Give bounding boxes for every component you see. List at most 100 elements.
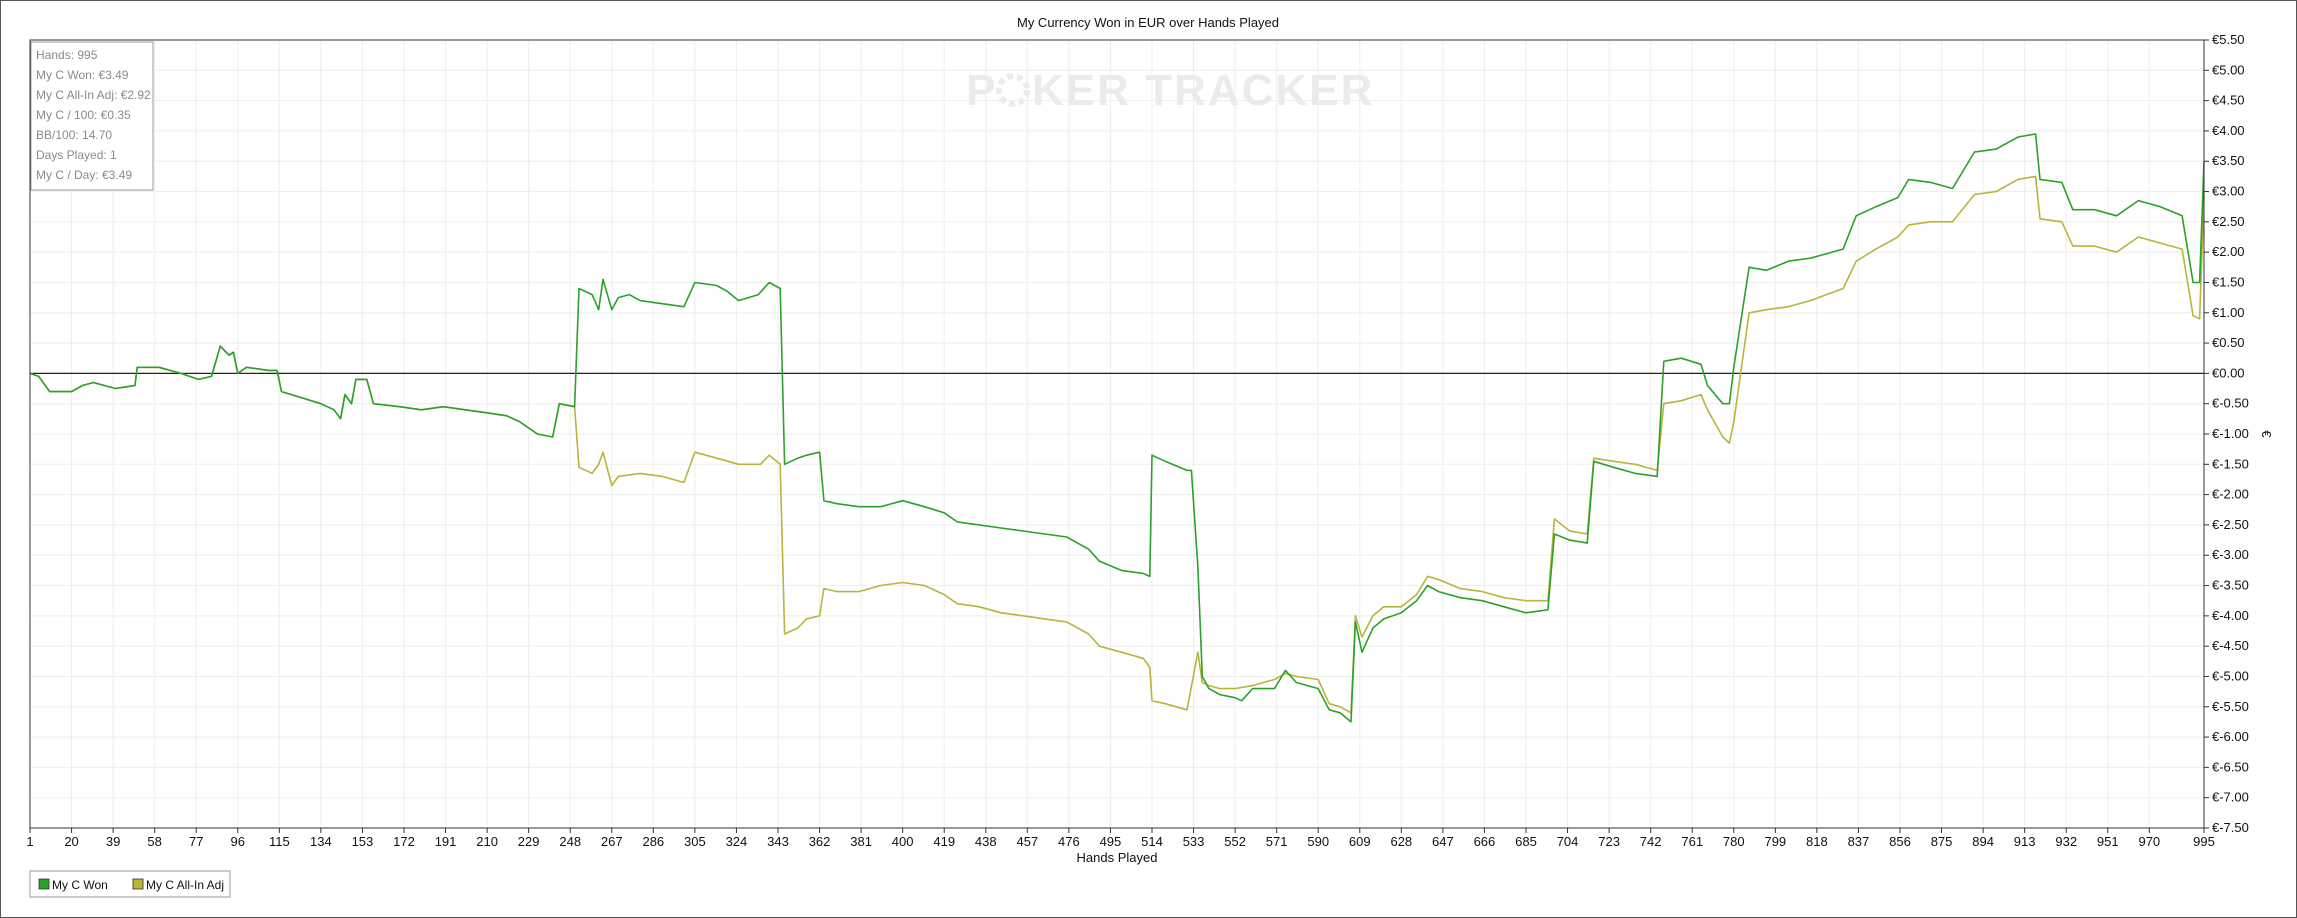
- x-tick-label: 856: [1889, 834, 1911, 849]
- legend-label-won: My C Won: [52, 878, 108, 892]
- watermark-text-right: KER TRACKER: [1032, 66, 1374, 115]
- y-tick-label: €-0.50: [2212, 396, 2249, 411]
- y-tick-label: €-5.00: [2212, 668, 2249, 683]
- x-tick-label: 970: [2138, 834, 2160, 849]
- y-tick-label: €-6.50: [2212, 759, 2249, 774]
- x-tick-label: 590: [1307, 834, 1329, 849]
- x-tick-label: 77: [189, 834, 203, 849]
- chart-root: My Currency Won in EUR over Hands Played…: [0, 0, 2297, 918]
- stats-line: My C Won: €3.49: [36, 68, 129, 82]
- x-tick-label: 20: [64, 834, 78, 849]
- y-tick-label: €1.50: [2212, 274, 2245, 289]
- y-tick-label: €2.50: [2212, 214, 2245, 229]
- y-tick-label: €-4.50: [2212, 638, 2249, 653]
- y-tick-label: €3.50: [2212, 153, 2245, 168]
- y-tick-label: €-1.00: [2212, 426, 2249, 441]
- x-tick-label: 381: [850, 834, 872, 849]
- legend: My C Won My C All-In Adj: [29, 870, 231, 898]
- x-tick-label: 799: [1764, 834, 1786, 849]
- x-tick-label: 115: [269, 834, 290, 849]
- x-tick-label: 704: [1557, 834, 1579, 849]
- watermark-text-left: P: [966, 66, 997, 115]
- y-tick-label: €-2.50: [2212, 517, 2249, 532]
- x-tick-label: 1: [26, 834, 33, 849]
- y-tick-label: €0.50: [2212, 335, 2245, 350]
- x-tick-label: 305: [684, 834, 706, 849]
- y-tick-label: €-1.50: [2212, 456, 2249, 471]
- x-tick-label: 457: [1016, 834, 1038, 849]
- legend-swatch-won: [38, 878, 50, 890]
- x-tick-label: 666: [1474, 834, 1496, 849]
- x-tick-label: 172: [393, 834, 415, 849]
- stats-line: My C / Day: €3.49: [36, 168, 132, 182]
- y-axis-title: €: [2259, 430, 2274, 438]
- x-tick-label: 780: [1723, 834, 1745, 849]
- stats-line: My C / 100: €0.35: [36, 108, 131, 122]
- x-tick-label: 400: [892, 834, 914, 849]
- x-tick-label: 951: [2097, 834, 2119, 849]
- x-tick-label: 229: [518, 834, 540, 849]
- x-tick-label: 419: [933, 834, 955, 849]
- x-tick-label: 761: [1681, 834, 1703, 849]
- x-tick-label: 647: [1432, 834, 1454, 849]
- x-tick-label: 191: [435, 834, 457, 849]
- x-tick-label: 533: [1183, 834, 1205, 849]
- x-tick-label: 552: [1224, 834, 1246, 849]
- x-tick-label: 476: [1058, 834, 1080, 849]
- y-tick-label: €-7.50: [2212, 820, 2249, 835]
- x-tick-label: 134: [310, 834, 332, 849]
- x-tick-label: 571: [1266, 834, 1288, 849]
- y-tick-label: €0.00: [2212, 365, 2245, 380]
- x-tick-label: 210: [476, 834, 498, 849]
- x-tick-label: 438: [975, 834, 997, 849]
- y-tick-label: €3.00: [2212, 184, 2245, 199]
- y-tick-label: €-7.00: [2212, 790, 2249, 805]
- stats-line: My C All-In Adj: €2.92: [36, 88, 151, 102]
- x-axis-title: Hands Played: [1077, 850, 1158, 865]
- x-tick-label: 837: [1848, 834, 1870, 849]
- x-tick-label: 362: [809, 834, 831, 849]
- y-tick-label: €-3.00: [2212, 547, 2249, 562]
- chart-title: My Currency Won in EUR over Hands Played: [1017, 15, 1279, 30]
- y-tick-label: €1.00: [2212, 305, 2245, 320]
- x-tick-label: 39: [106, 834, 120, 849]
- legend-swatch-allin: [132, 878, 144, 890]
- x-tick-label: 286: [642, 834, 664, 849]
- x-tick-label: 742: [1640, 834, 1662, 849]
- y-tick-label: €-4.00: [2212, 608, 2249, 623]
- legend-label-allin: My C All-In Adj: [146, 878, 224, 892]
- y-tick-label: €-6.00: [2212, 729, 2249, 744]
- x-tick-label: 343: [767, 834, 789, 849]
- x-tick-label: 153: [352, 834, 374, 849]
- x-tick-label: 324: [726, 834, 748, 849]
- stats-line: Days Played: 1: [36, 148, 117, 162]
- x-tick-label: 723: [1598, 834, 1620, 849]
- x-tick-label: 818: [1806, 834, 1828, 849]
- x-tick-label: 875: [1931, 834, 1953, 849]
- x-tick-label: 628: [1390, 834, 1412, 849]
- y-tick-label: €2.00: [2212, 244, 2245, 259]
- y-tick-label: €-3.50: [2212, 578, 2249, 593]
- x-tick-label: 894: [1972, 834, 1994, 849]
- x-tick-label: 932: [2055, 834, 2077, 849]
- x-tick-label: 58: [147, 834, 161, 849]
- x-tick-label: 267: [601, 834, 623, 849]
- x-tick-label: 495: [1100, 834, 1122, 849]
- chart-svg: My Currency Won in EUR over Hands Played…: [0, 0, 2297, 918]
- stats-box: Hands: 995 My C Won: €3.49 My C All-In Adj…: [30, 41, 154, 191]
- x-tick-label: 995: [2193, 834, 2215, 849]
- x-tick-label: 514: [1141, 834, 1163, 849]
- y-tick-label: €4.00: [2212, 123, 2245, 138]
- x-tick-label: 609: [1349, 834, 1371, 849]
- stats-line: Hands: 995: [36, 48, 98, 62]
- y-tick-label: €-2.00: [2212, 487, 2249, 502]
- stats-line: BB/100: 14.70: [36, 128, 112, 142]
- x-tick-label: 248: [559, 834, 581, 849]
- y-tick-label: €4.50: [2212, 93, 2245, 108]
- x-tick-label: 913: [2014, 834, 2036, 849]
- x-tick-label: 96: [231, 834, 245, 849]
- y-tick-label: €5.00: [2212, 62, 2245, 77]
- y-tick-label: €-5.50: [2212, 699, 2249, 714]
- y-tick-label: €5.50: [2212, 32, 2245, 47]
- x-tick-label: 685: [1515, 834, 1537, 849]
